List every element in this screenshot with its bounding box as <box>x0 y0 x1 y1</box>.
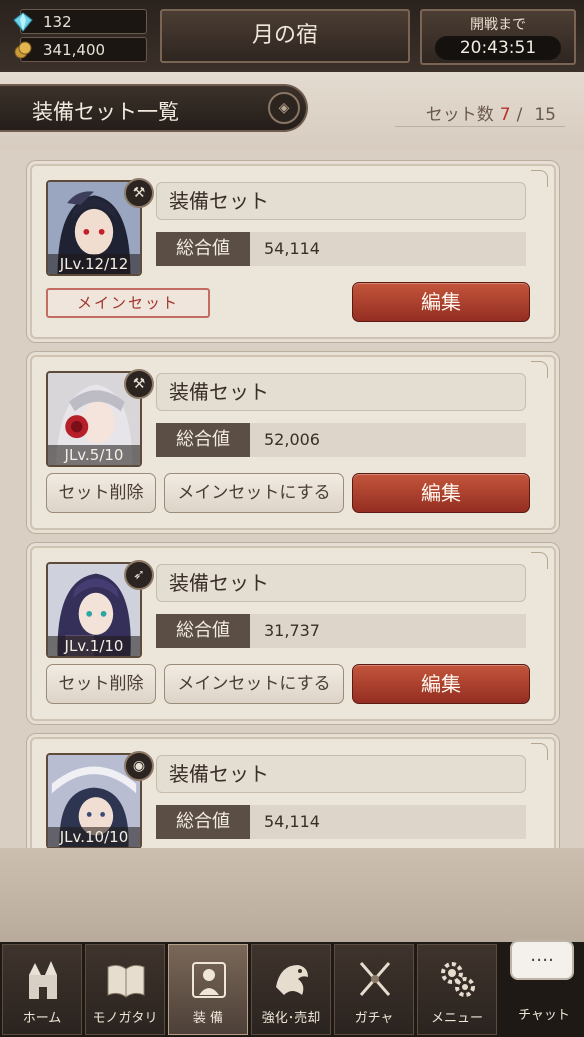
set-count-max: 15 <box>534 105 556 125</box>
stat-label: 総合値 <box>156 232 250 266</box>
castle-icon <box>29 961 57 999</box>
stat-label: 総合値 <box>156 423 250 457</box>
tab-label: モノガタリ <box>92 1011 158 1026</box>
coin-count: 341,400 <box>43 41 106 59</box>
gem-icon <box>13 12 33 32</box>
stat-value: 54,114 <box>264 812 320 831</box>
tab-label: メニュー <box>430 1011 483 1026</box>
stat-value: 54,114 <box>264 239 320 258</box>
tab-label: 装 備 <box>192 1011 224 1026</box>
coin-icon <box>14 41 32 59</box>
set-count-sep: / <box>516 105 523 125</box>
tab-home[interactable]: ホーム <box>2 944 82 1035</box>
total-stat: 総合値 54,114 <box>156 805 526 839</box>
gem-counter: 132 <box>13 9 147 34</box>
tab-label: ホーム <box>22 1011 62 1026</box>
divider <box>395 126 565 127</box>
tab-enhance-sell[interactable]: 強化･売却 <box>251 944 331 1035</box>
bow-icon: ➶ <box>124 560 154 590</box>
set-name[interactable]: 装備セット <box>156 755 526 793</box>
set-count: セット数 7/ 15 <box>426 100 556 125</box>
edit-button[interactable]: 編集 <box>352 473 530 513</box>
set-name[interactable]: 装備セット <box>156 373 526 411</box>
equipment-set-card: JLv.12/12 ⚒ 装備セット 総合値 54,114 メインセット 編集 <box>30 164 556 339</box>
gem-count: 132 <box>43 13 72 31</box>
equipment-set-list[interactable]: JLv.12/12 ⚒ 装備セット 総合値 54,114 メインセット 編集 J… <box>0 150 584 848</box>
equipment-set-card: JLv.10/10 ◉ 装備セット 総合値 54,114 <box>30 737 556 848</box>
stat-value: 52,006 <box>264 430 320 449</box>
sort-toggle-icon[interactable]: ◈ <box>268 92 300 124</box>
list-title-tab: 装備セット一覧 ◈ <box>0 84 308 132</box>
set-name[interactable]: 装備セット <box>156 564 526 602</box>
stat-value: 31,737 <box>264 621 320 640</box>
book-icon <box>107 964 145 998</box>
delete-set-button[interactable]: セット削除 <box>46 473 156 513</box>
bottom-tab-bar: ホーム モノガタリ 装 備 強化･売却 ガチャ メニュー …. チャット <box>0 940 584 1037</box>
total-stat: 総合値 31,737 <box>156 614 526 648</box>
set-count-current: 7 <box>499 105 511 125</box>
tab-menu[interactable]: メニュー <box>417 944 497 1035</box>
total-stat: 総合値 54,114 <box>156 232 526 266</box>
make-main-set-button[interactable]: メインセットにする <box>164 664 344 704</box>
timer-label: 開戦まで <box>470 17 526 33</box>
total-stat: 総合値 52,006 <box>156 423 526 457</box>
bottom-panel <box>0 848 584 942</box>
level-label: JLv.10/10 <box>48 827 140 847</box>
top-bar: 132 341,400 月の宿 開戦まで 20:43:51 <box>0 0 584 72</box>
set-name[interactable]: 装備セット <box>156 182 526 220</box>
level-label: JLv.5/10 <box>48 445 140 465</box>
list-header: 装備セット一覧 ◈ セット数 7/ 15 <box>0 72 584 150</box>
battle-timer: 開戦まで 20:43:51 <box>420 9 576 65</box>
chat-bubble-icon[interactable]: …. <box>510 940 574 980</box>
wrench-icon: ⚒ <box>124 178 154 208</box>
delete-set-button[interactable]: セット削除 <box>46 664 156 704</box>
equipment-set-card: JLv.5/10 ⚒ 装備セット 総合値 52,006 セット削除 メインセット… <box>30 355 556 530</box>
tab-gacha[interactable]: ガチャ <box>334 944 414 1035</box>
tab-label: 強化･売却 <box>261 1011 321 1026</box>
tab-label: ガチャ <box>354 1011 394 1026</box>
timer-value: 20:43:51 <box>435 36 561 60</box>
level-label: JLv.1/10 <box>48 636 140 656</box>
stat-label: 総合値 <box>156 805 250 839</box>
orb-icon: ◉ <box>124 751 154 781</box>
tab-story[interactable]: モノガタリ <box>85 944 165 1035</box>
equipment-set-card: JLv.1/10 ➶ 装備セット 総合値 31,737 セット削除 メインセット… <box>30 546 556 721</box>
gears-icon <box>441 962 475 997</box>
crossed-swords-icon <box>359 962 391 996</box>
coin-counter: 341,400 <box>14 37 147 62</box>
equipment-icon <box>192 962 226 998</box>
wrench-icon: ⚒ <box>124 369 154 399</box>
edit-button[interactable]: 編集 <box>352 282 530 322</box>
level-label: JLv.12/12 <box>48 254 140 274</box>
chat-label[interactable]: チャット <box>504 1004 584 1023</box>
list-title: 装備セット一覧 <box>32 100 179 124</box>
make-main-set-button[interactable]: メインセットにする <box>164 473 344 513</box>
edit-button[interactable]: 編集 <box>352 664 530 704</box>
set-count-label: セット数 <box>425 105 494 125</box>
dragon-icon <box>276 965 308 995</box>
tab-equipment[interactable]: 装 備 <box>168 944 248 1035</box>
main-set-badge: メインセット <box>46 288 210 318</box>
stat-label: 総合値 <box>156 614 250 648</box>
page-title: 月の宿 <box>160 9 410 63</box>
